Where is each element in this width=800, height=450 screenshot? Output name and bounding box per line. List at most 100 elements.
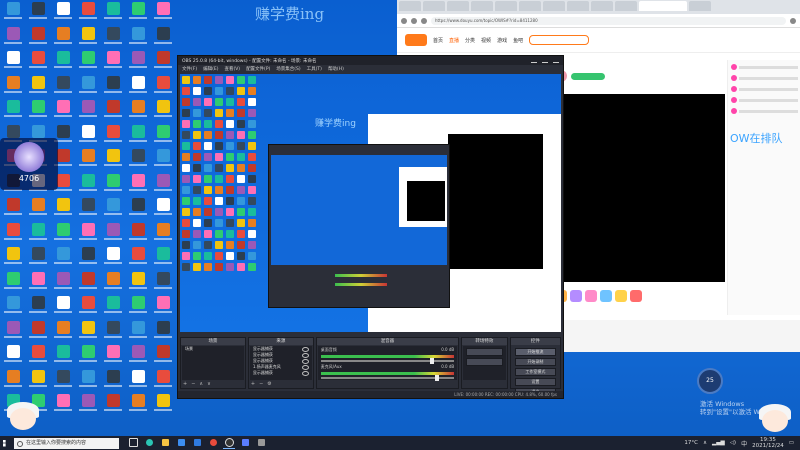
desktop-app-icon[interactable] bbox=[102, 222, 124, 245]
desktop-app-icon[interactable] bbox=[152, 394, 174, 416]
stream-player[interactable] bbox=[555, 94, 725, 282]
desktop-app-icon[interactable] bbox=[52, 198, 74, 220]
gift-icon[interactable] bbox=[600, 290, 612, 302]
desktop-app-icon[interactable] bbox=[127, 320, 149, 343]
volume-slider[interactable] bbox=[320, 375, 455, 381]
remove-icon[interactable]: − bbox=[259, 381, 263, 387]
desktop-app-icon[interactable] bbox=[152, 149, 174, 171]
app-icon[interactable] bbox=[239, 438, 251, 448]
add-icon[interactable]: + bbox=[251, 381, 255, 387]
desktop-app-icon[interactable] bbox=[27, 296, 49, 318]
desktop-app-icon[interactable] bbox=[27, 369, 49, 392]
menu-help[interactable]: 帮助(H) bbox=[328, 66, 344, 72]
desktop-app-icon[interactable] bbox=[77, 320, 99, 343]
desktop-app-icon[interactable] bbox=[152, 198, 174, 220]
site-nav-category[interactable]: 分类 bbox=[465, 37, 475, 44]
desktop-app-icon[interactable] bbox=[102, 173, 124, 196]
desktop-app-icon[interactable] bbox=[152, 296, 174, 318]
desktop-app-icon[interactable] bbox=[27, 198, 49, 220]
desktop-app-icon[interactable] bbox=[2, 51, 24, 73]
desktop-app-icon[interactable] bbox=[77, 345, 99, 367]
desktop-app-icon[interactable] bbox=[127, 51, 149, 73]
chrome-icon[interactable] bbox=[207, 438, 219, 448]
desktop-app-icon[interactable] bbox=[152, 124, 174, 147]
menu-edit[interactable]: 编辑(E) bbox=[203, 66, 218, 72]
app-icon[interactable] bbox=[255, 438, 267, 448]
menu-tools[interactable]: 工具(T) bbox=[307, 66, 322, 72]
desktop-app-icon[interactable] bbox=[102, 51, 124, 73]
obs-titlebar[interactable]: OBS 25.0.8 (64-bit, windows) - 配置文件: 未命名… bbox=[178, 56, 563, 65]
file-explorer-icon[interactable] bbox=[159, 438, 171, 448]
desktop-app-icon[interactable] bbox=[2, 75, 24, 98]
taskbar-search-input[interactable]: 在这里输入你要搜索的内容 bbox=[14, 437, 119, 449]
desktop-app-icon[interactable] bbox=[152, 173, 174, 196]
desktop-app-icon[interactable] bbox=[102, 369, 124, 392]
desktop-app-icon[interactable] bbox=[27, 247, 49, 269]
desktop-app-icon[interactable] bbox=[2, 198, 24, 220]
desktop-app-icon[interactable] bbox=[102, 124, 124, 147]
network-icon[interactable]: ▂▄▆ bbox=[712, 440, 725, 446]
desktop-app-icon[interactable] bbox=[77, 394, 99, 416]
desktop-app-icon[interactable] bbox=[77, 149, 99, 171]
desktop-app-icon[interactable] bbox=[27, 320, 49, 343]
desktop-app-icon[interactable] bbox=[52, 296, 74, 318]
desktop-app-icon[interactable] bbox=[2, 271, 24, 294]
desktop-app-icon[interactable] bbox=[77, 222, 99, 245]
browser-tab[interactable] bbox=[495, 1, 517, 11]
desktop-app-icon[interactable] bbox=[77, 100, 99, 122]
browser-tab[interactable] bbox=[543, 1, 565, 11]
desktop-app-icon[interactable] bbox=[152, 100, 174, 122]
desktop-app-icon[interactable] bbox=[127, 247, 149, 269]
gift-icon[interactable] bbox=[570, 290, 582, 302]
desktop-app-icon[interactable] bbox=[2, 247, 24, 269]
minimize-icon[interactable] bbox=[531, 58, 537, 63]
source-item[interactable]: 显示器捕获 bbox=[250, 370, 312, 376]
forward-icon[interactable] bbox=[411, 17, 417, 24]
desktop-app-icon[interactable] bbox=[77, 51, 99, 73]
transition-select[interactable] bbox=[466, 348, 503, 356]
url-input[interactable]: https://www.douyu.com/topic/OWIS#?rid=84… bbox=[431, 16, 786, 25]
chevron-up-icon[interactable]: ∧ bbox=[703, 440, 707, 446]
desktop-app-icon[interactable] bbox=[152, 2, 174, 24]
site-nav-home[interactable]: 首页 bbox=[433, 37, 443, 44]
desktop-app-icon[interactable] bbox=[77, 26, 99, 49]
mail-icon[interactable] bbox=[191, 438, 203, 448]
site-logo[interactable] bbox=[405, 34, 427, 46]
desktop-app-icon[interactable] bbox=[27, 51, 49, 73]
desktop-app-icon[interactable] bbox=[152, 369, 174, 392]
desktop-app-icon[interactable] bbox=[77, 271, 99, 294]
edge-icon[interactable] bbox=[143, 438, 155, 448]
back-icon[interactable] bbox=[401, 17, 407, 24]
desktop-app-icon[interactable] bbox=[102, 100, 124, 122]
settings-button[interactable]: 设置 bbox=[514, 378, 557, 386]
browser-tab-active[interactable] bbox=[639, 1, 687, 11]
desktop-app-icon[interactable] bbox=[77, 296, 99, 318]
desktop-app-icon[interactable] bbox=[127, 75, 149, 98]
transition-duration[interactable] bbox=[466, 358, 503, 366]
desktop-app-icon[interactable] bbox=[77, 124, 99, 147]
browser-tab[interactable] bbox=[519, 1, 541, 11]
desktop-app-icon[interactable] bbox=[127, 271, 149, 294]
browser-tab[interactable] bbox=[567, 1, 589, 11]
follow-button[interactable] bbox=[571, 72, 605, 80]
profile-icon[interactable] bbox=[790, 17, 796, 24]
obs-window[interactable]: OBS 25.0.8 (64-bit, windows) - 配置文件: 未命名… bbox=[177, 55, 564, 399]
desktop-app-icon[interactable] bbox=[2, 26, 24, 49]
task-view-icon[interactable] bbox=[127, 438, 139, 448]
desktop-app-icon[interactable] bbox=[52, 222, 74, 245]
desktop-app-icon[interactable] bbox=[52, 247, 74, 269]
desktop-app-icon[interactable] bbox=[52, 26, 74, 49]
desktop-app-icon[interactable] bbox=[127, 149, 149, 171]
volume-slider[interactable] bbox=[320, 358, 455, 364]
desktop-app-icon[interactable] bbox=[152, 222, 174, 245]
maximize-icon[interactable] bbox=[542, 58, 548, 63]
desktop-app-icon[interactable] bbox=[102, 149, 124, 171]
desktop-app-icon[interactable] bbox=[2, 345, 24, 367]
desktop-app-icon[interactable] bbox=[102, 271, 124, 294]
site-search-input[interactable] bbox=[529, 35, 590, 45]
desktop-app-icon[interactable] bbox=[52, 2, 74, 24]
desktop-app-icon[interactable] bbox=[2, 2, 24, 24]
desktop-app-icon[interactable] bbox=[52, 51, 74, 73]
gift-icon[interactable] bbox=[585, 290, 597, 302]
chevron-up-icon[interactable]: ∧ bbox=[199, 381, 203, 387]
